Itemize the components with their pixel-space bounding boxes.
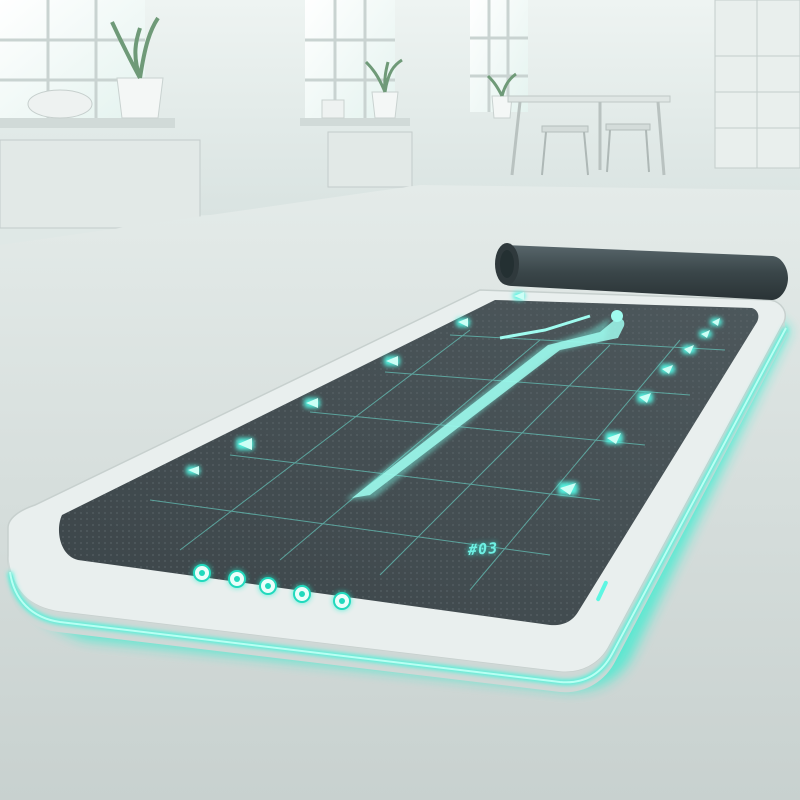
mat-display-readout: #03 [467,538,500,560]
control-button-4[interactable] [292,584,312,604]
bowl [27,89,93,119]
control-button-3[interactable] [258,576,278,596]
control-button-5[interactable] [332,591,352,611]
ring-dot-icon [299,591,305,597]
ring-dot-icon [339,598,345,604]
ring-dot-icon [199,570,205,576]
radiator-center [327,131,413,188]
plant-pot-small [321,99,345,119]
smart-yoga-mat-scene [0,0,800,800]
control-button-2[interactable] [227,569,247,589]
ring-dot-icon [234,576,240,582]
radiator-left [0,139,201,229]
shelf-unit [714,0,800,169]
ring-dot-icon [265,583,271,589]
window-right [470,0,528,112]
control-button-1[interactable] [192,563,212,583]
